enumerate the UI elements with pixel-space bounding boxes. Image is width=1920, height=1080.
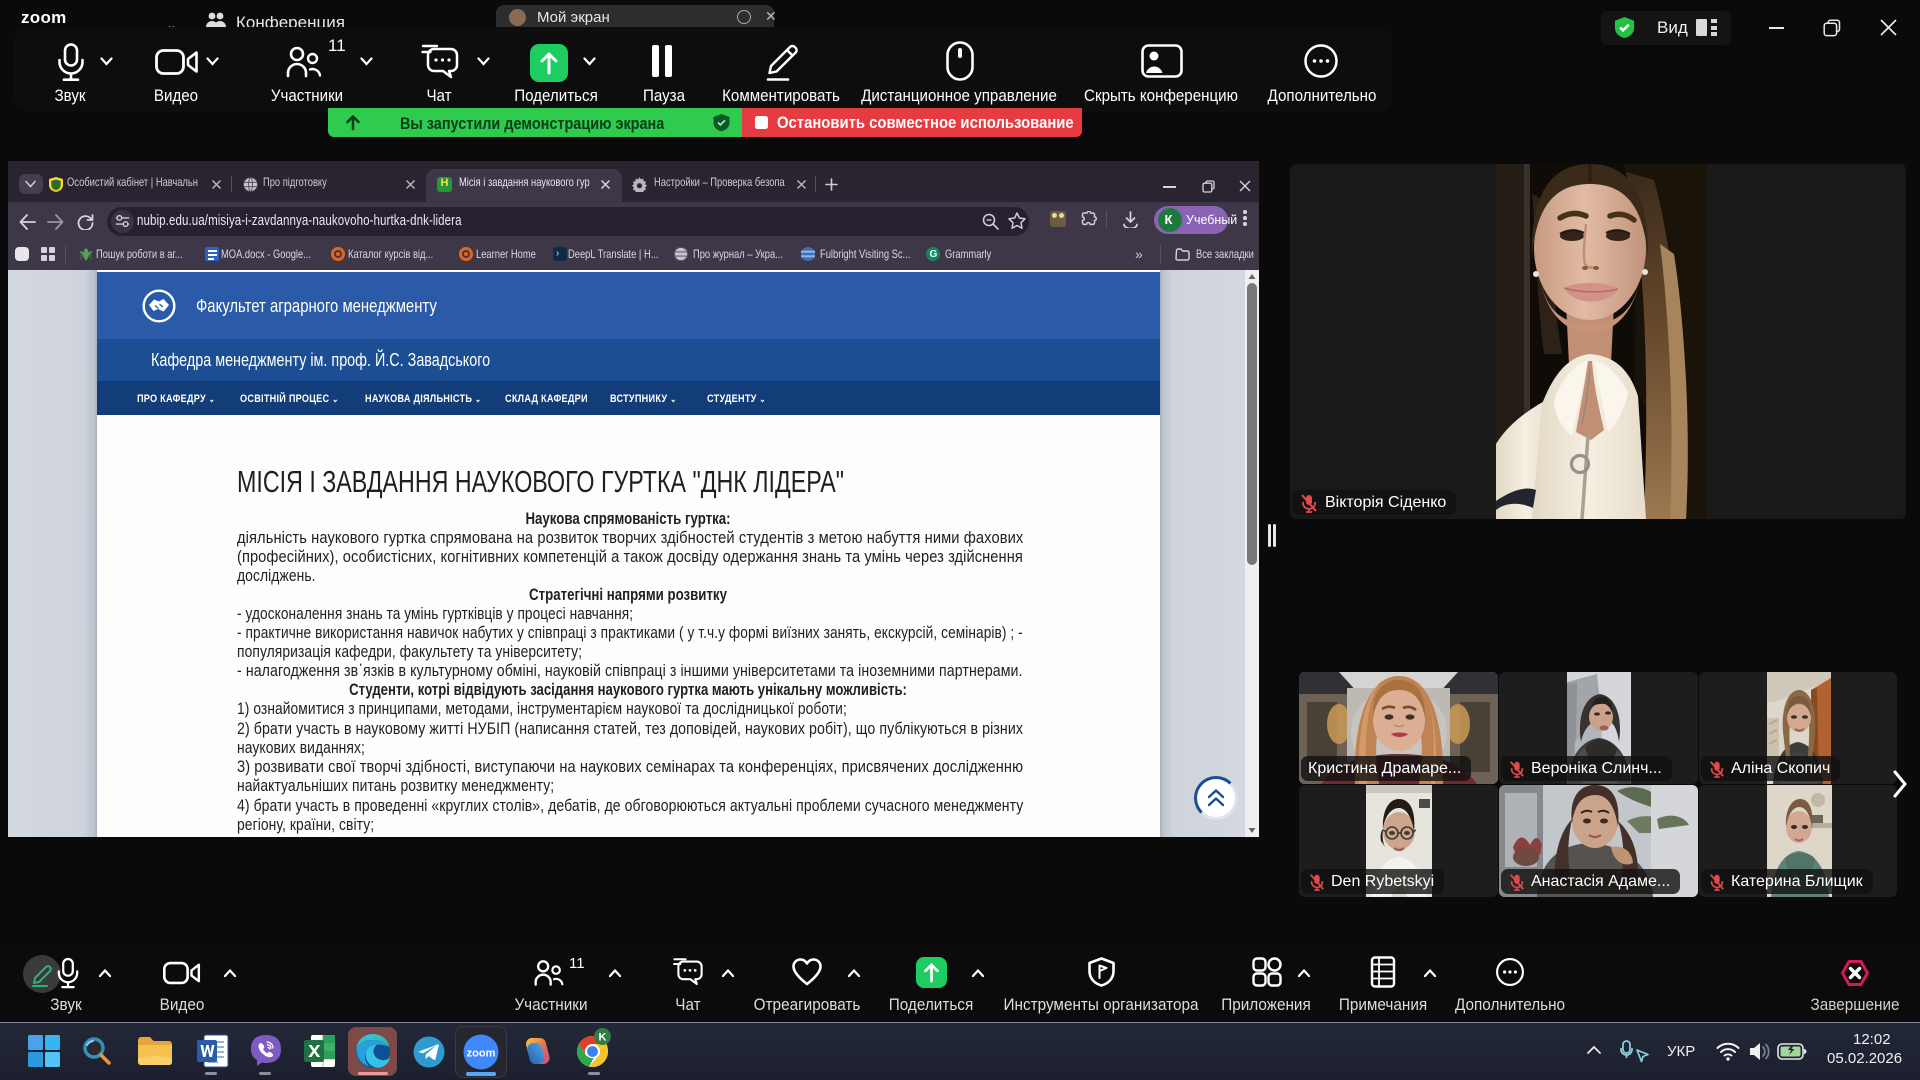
- svg-text:K: K: [599, 1032, 607, 1044]
- svg-text:zoom: zoom: [467, 1048, 496, 1060]
